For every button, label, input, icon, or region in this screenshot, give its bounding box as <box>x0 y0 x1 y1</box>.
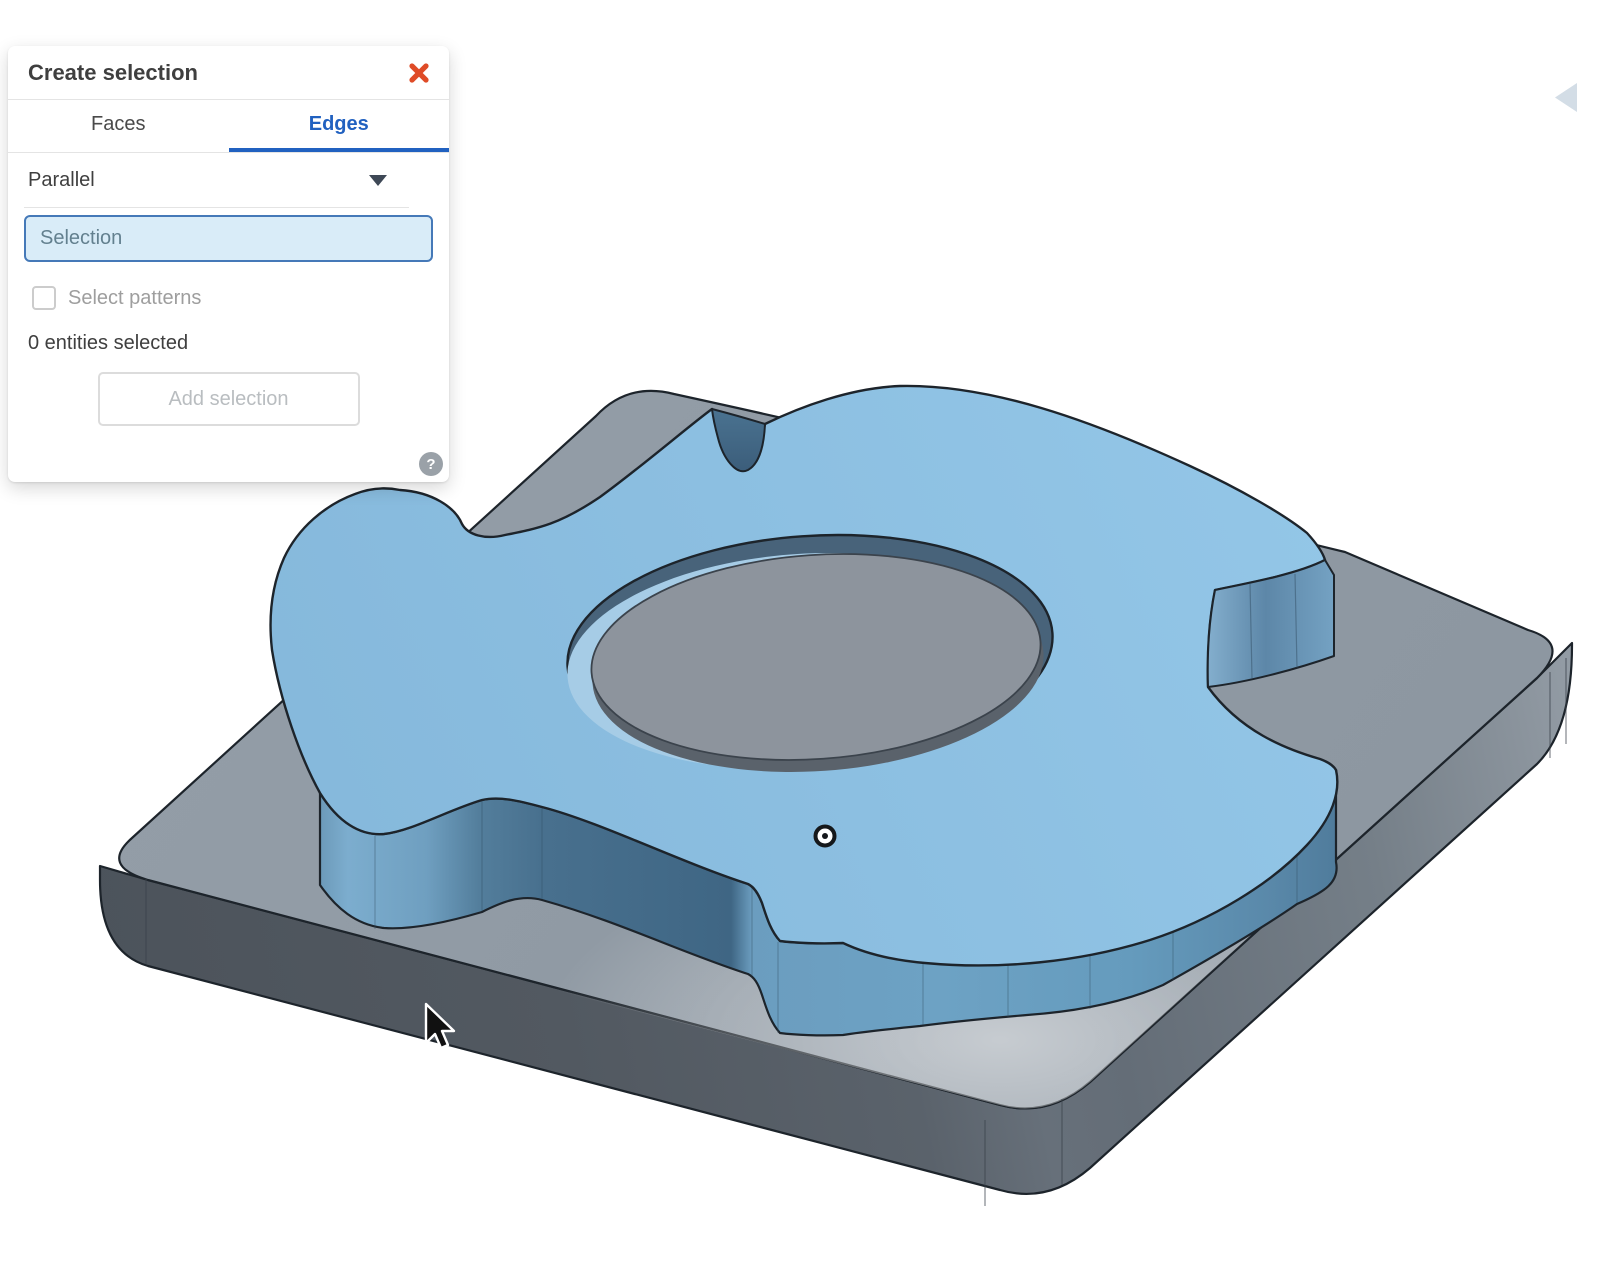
selection-tabs: Faces Edges <box>8 100 449 153</box>
add-selection-button[interactable]: Add selection <box>98 372 360 426</box>
entities-status: 0 entities selected <box>28 332 449 355</box>
dropdown-divider <box>24 207 409 208</box>
filter-dropdown-value: Parallel <box>28 169 95 192</box>
filter-dropdown[interactable]: Parallel <box>8 153 449 207</box>
close-button[interactable] <box>405 59 433 87</box>
select-patterns-option[interactable]: Select patterns <box>32 286 449 310</box>
chevron-down-icon <box>369 175 387 186</box>
tab-edges[interactable]: Edges <box>229 100 450 152</box>
origin-point-marker[interactable] <box>816 827 835 846</box>
close-icon <box>408 62 430 84</box>
select-patterns-checkbox[interactable] <box>32 286 56 310</box>
panel-collapse-chevron-icon[interactable] <box>1555 83 1577 112</box>
select-patterns-label: Select patterns <box>68 287 201 310</box>
selection-input[interactable] <box>24 215 433 262</box>
dialog-header: Create selection <box>8 46 449 99</box>
help-icon[interactable]: ? <box>419 452 443 476</box>
app-root: { "dialog": { "title": "Create selection… <box>0 0 1600 1285</box>
dialog-title: Create selection <box>28 60 198 86</box>
tab-faces[interactable]: Faces <box>8 100 229 152</box>
create-selection-dialog: Create selection Faces Edges Parallel Se… <box>8 46 449 482</box>
